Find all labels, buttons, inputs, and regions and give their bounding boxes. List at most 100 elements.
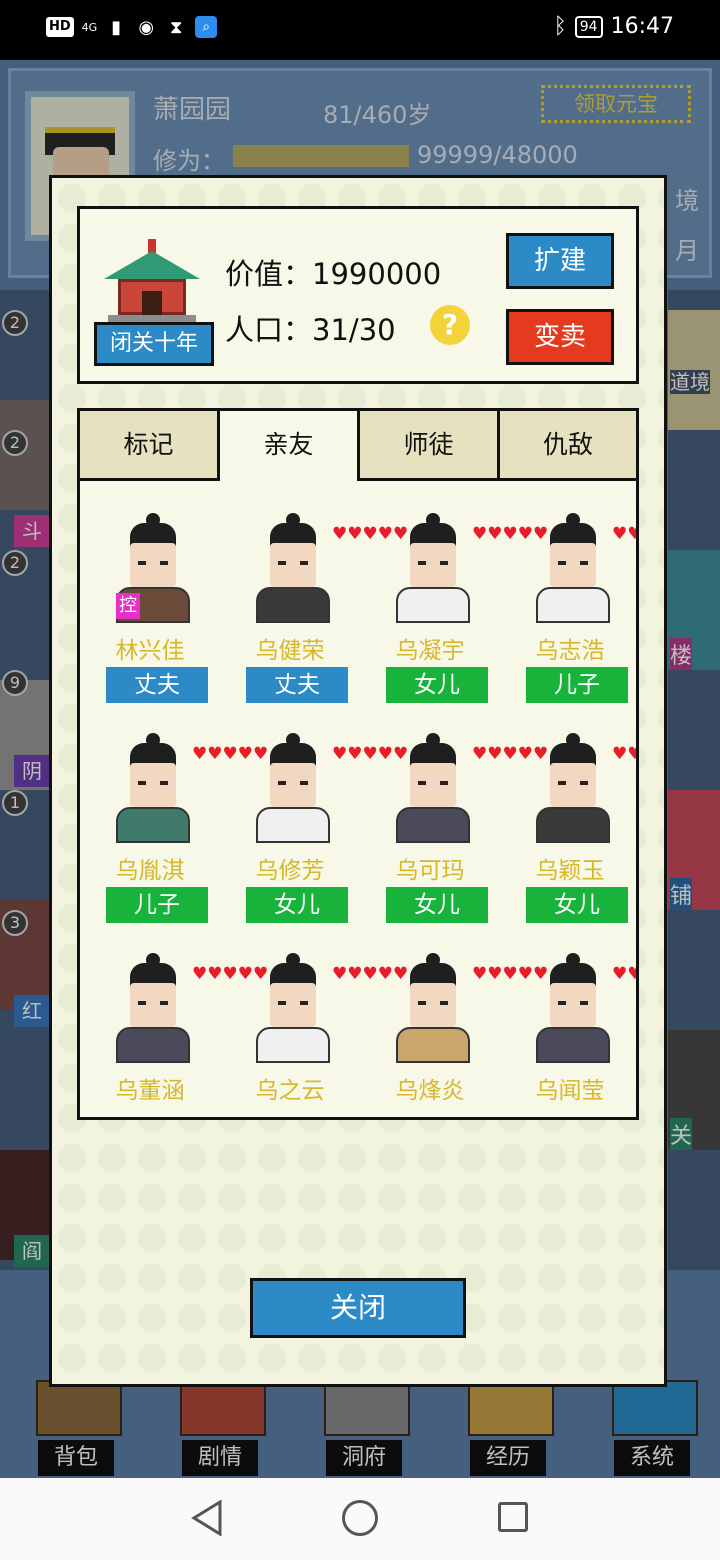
person-card[interactable]: ♥♥♥♥♥ 乌健荣 丈夫 <box>220 481 408 703</box>
robe <box>396 807 470 843</box>
person-name: 乌闻莹 <box>535 1078 605 1104</box>
back-icon[interactable] <box>190 1500 224 1536</box>
person-name: 乌可玛 <box>395 858 465 884</box>
person-card[interactable]: ♥♥♥♥♥ 乌董涵 <box>80 921 268 1117</box>
population-line: 人口：31/30 <box>225 307 396 349</box>
person-name: 乌之云 <box>255 1078 325 1104</box>
eyes <box>278 1001 308 1005</box>
eyes <box>138 1001 168 1005</box>
face <box>130 543 176 587</box>
person-card[interactable]: ♥♥♥♥♥ 乌志浩儿子 <box>500 481 636 703</box>
eyes <box>418 561 448 565</box>
face <box>550 543 596 587</box>
face <box>270 763 316 807</box>
relation-badge: 女儿 <box>386 667 488 703</box>
people-grid: 控林兴佳丈夫♥♥♥♥♥乌健荣丈夫♥♥♥♥♥乌凝宇女儿♥♥♥♥♥乌志浩儿子♥♥♥♥… <box>80 481 636 1117</box>
tab-master-disciple[interactable]: 师徒 <box>360 411 500 481</box>
bluetooth-icon: ᛒ <box>553 14 567 39</box>
portrait <box>390 513 476 623</box>
close-button[interactable]: 关闭 <box>250 1278 466 1338</box>
relation-tabs: 标记 亲友 师徒 仇敌 <box>80 411 636 481</box>
person-card[interactable]: 控林兴佳 丈夫 <box>80 481 220 703</box>
person-name: 乌修芳 <box>255 858 325 884</box>
person-card[interactable]: ♥♥♥♥♥ 乌闻莹 <box>500 921 636 1117</box>
home-icon[interactable] <box>342 1500 378 1536</box>
relation-badge: 女儿 <box>386 887 488 923</box>
person-card[interactable]: ♥♥♥♥♥ 乌胤淇儿子 <box>80 701 269 923</box>
value-amount: 1990000 <box>312 257 442 291</box>
seclusion-button[interactable]: 闭关十年 <box>94 322 214 366</box>
status-left: HD 4G ▮ ◉ ⧗ ⌕ <box>46 16 218 38</box>
robe <box>256 1027 330 1063</box>
person-name: 乌颖玉 <box>535 858 605 884</box>
relations-panel: 标记 亲友 师徒 仇敌 控林兴佳丈夫♥♥♥♥♥乌健荣丈夫♥♥♥♥♥乌凝宇女儿♥♥… <box>77 408 639 1120</box>
system-nav-bar <box>0 1478 720 1560</box>
status-bar: HD 4G ▮ ◉ ⧗ ⌕ ᛒ 94 16:47 <box>0 0 720 60</box>
eyes <box>558 781 588 785</box>
person-name: 乌健荣 <box>255 638 325 664</box>
cave-info-panel: 闭关十年 价值：1990000 人口：31/30 ? 扩建 变卖 <box>77 206 639 384</box>
face <box>130 763 176 807</box>
pavilion-icon <box>96 239 208 323</box>
relation-badge: 女儿 <box>526 887 628 923</box>
portrait <box>530 953 616 1063</box>
eye-icon: ◉ <box>138 16 155 38</box>
heart-icon: ♥♥♥♥♥ <box>472 744 549 764</box>
robe <box>536 1027 610 1063</box>
portrait <box>390 733 476 843</box>
hd-indicator: HD <box>46 17 74 37</box>
portrait <box>250 953 336 1063</box>
heart-icon: ♥♥♥♥♥ <box>612 964 636 984</box>
relation-badge: 儿子 <box>526 667 628 703</box>
heart-icon: ♥♥♥♥♥ <box>612 524 636 544</box>
tab-friends[interactable]: 亲友 <box>220 411 360 481</box>
portrait <box>530 513 616 623</box>
face <box>410 983 456 1027</box>
person-card[interactable]: ♥♥♥♥♥ 乌修芳 女儿 <box>220 701 409 923</box>
eyes <box>418 781 448 785</box>
heart-icon: ♥♥♥♥♥ <box>332 744 409 764</box>
eyes <box>558 561 588 565</box>
heart-icon: ♥♥♥♥♥ <box>472 524 549 544</box>
eyes <box>278 561 308 565</box>
robe <box>256 807 330 843</box>
search-icon: ⌕ <box>195 16 218 38</box>
robe <box>116 807 190 843</box>
tab-enemies[interactable]: 仇敌 <box>500 411 636 481</box>
person-name: 乌凝宇 <box>395 638 465 664</box>
roof <box>104 251 200 279</box>
eyes <box>138 781 168 785</box>
person-card[interactable]: ♥♥♥♥♥ 乌烽炎 <box>360 921 549 1117</box>
expand-button[interactable]: 扩建 <box>506 233 614 289</box>
cave-dialog: 闭关十年 价值：1990000 人口：31/30 ? 扩建 变卖 标记 亲友 师… <box>49 175 667 1387</box>
person-name: 乌志浩 <box>535 638 605 664</box>
tab-marks[interactable]: 标记 <box>80 411 220 481</box>
help-icon[interactable]: ? <box>430 305 470 345</box>
hourglass-icon: ⧗ <box>169 16 183 38</box>
person-card[interactable]: ♥♥♥♥♥ 乌可玛女儿 <box>360 701 549 923</box>
person-name: 乌烽炎 <box>395 1078 465 1104</box>
heart-icon: ♥♥♥♥♥ <box>612 744 636 764</box>
face <box>410 543 456 587</box>
eyes <box>278 781 308 785</box>
robe <box>396 587 470 623</box>
face <box>550 983 596 1027</box>
heart-icon: ♥♥♥♥♥ <box>472 964 549 984</box>
relation-badge: 丈夫 <box>106 667 208 703</box>
relation-badge: 儿子 <box>106 887 208 923</box>
robe <box>536 587 610 623</box>
person-card[interactable]: ♥♥♥♥♥ 乌颖玉女儿 <box>500 701 636 923</box>
recent-apps-icon[interactable] <box>498 1502 528 1532</box>
person-name: 乌胤淇 <box>115 858 185 884</box>
heart-icon: ♥♥♥♥♥ <box>332 964 409 984</box>
heart-icon: ♥♥♥♥♥ <box>192 744 269 764</box>
signal-icon: 4G <box>81 20 98 34</box>
person-name: 林兴佳 <box>115 638 185 664</box>
portrait <box>110 953 196 1063</box>
face <box>270 543 316 587</box>
eyes <box>418 1001 448 1005</box>
person-card[interactable]: ♥♥♥♥♥ 乌之云 <box>220 921 409 1117</box>
sell-button[interactable]: 变卖 <box>506 309 614 365</box>
person-card[interactable]: ♥♥♥♥♥ 乌凝宇女儿 <box>360 481 549 703</box>
door <box>142 291 162 315</box>
